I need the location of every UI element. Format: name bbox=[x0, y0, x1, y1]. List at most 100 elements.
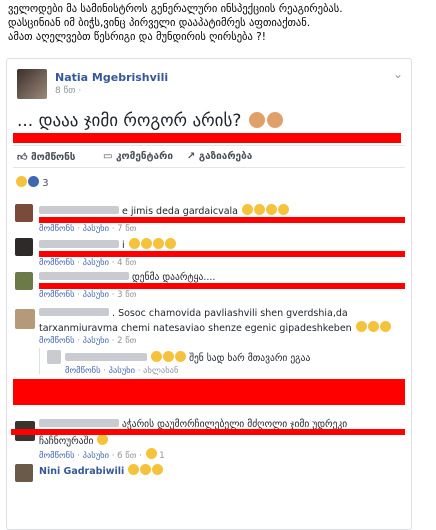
comment-reply-link[interactable]: პასუხი bbox=[83, 290, 109, 300]
reactions-count: 3 bbox=[42, 178, 49, 189]
comment-like-link[interactable]: მომწონს bbox=[39, 224, 75, 234]
haha-emoji-icon bbox=[151, 351, 163, 362]
comment-like-link[interactable]: მომწონს bbox=[39, 258, 75, 268]
comment-time[interactable]: 4 წთ bbox=[117, 258, 136, 268]
haha-emoji-icon bbox=[175, 351, 187, 362]
comment-meta: მომწონს · პასუხი · 4 წთ bbox=[39, 258, 137, 268]
globe-icon: · bbox=[78, 86, 82, 96]
comment-2: i bbox=[39, 238, 176, 251]
comment-4: . Sosoc chamovida pavliashvili shen gver… bbox=[39, 308, 409, 334]
smile-emoji-icon bbox=[97, 434, 109, 445]
post-body: ... დააა ჯიმი როგორ არის? bbox=[17, 111, 283, 131]
comment-like-link[interactable]: მომწონს bbox=[39, 336, 75, 346]
caption-line-3: ამათ აღელვებთ წესრიგი და მუნდირის ღირსებ… bbox=[8, 31, 266, 43]
redaction-block bbox=[13, 379, 405, 405]
post-time-text: 8 წთ bbox=[55, 86, 76, 96]
haha-emoji-icon bbox=[140, 238, 152, 249]
redaction-bar bbox=[39, 217, 405, 223]
redaction-bar bbox=[11, 429, 405, 435]
haha-icon bbox=[16, 176, 27, 187]
divider bbox=[13, 145, 405, 146]
commenter-name[interactable] bbox=[39, 308, 109, 316]
commenter-name[interactable] bbox=[39, 240, 119, 248]
comment-meta: მომწონს · პასუხი · 3 წთ bbox=[39, 290, 137, 300]
caption-line-1: ველოდები მა სამინისტროს გენერალური ინსპე… bbox=[8, 3, 343, 15]
comment-meta: მომწონს · პასუხი · 7 წთ bbox=[39, 224, 137, 234]
comment-text: დენმა დაარტყა.... bbox=[132, 272, 216, 283]
redaction-bar bbox=[13, 133, 401, 143]
commenter-name[interactable] bbox=[39, 419, 119, 427]
comment-meta: მომწონს · პასუხი · 2 წთ bbox=[39, 336, 137, 346]
commenter-name[interactable] bbox=[39, 272, 129, 280]
replier-avatar[interactable] bbox=[47, 350, 61, 364]
comment-button[interactable]: ▭ კომენტარი bbox=[103, 151, 173, 162]
redaction-bar bbox=[39, 283, 405, 289]
comment-reply-link[interactable]: პასუხი bbox=[83, 451, 109, 461]
monkey-emoji-icon bbox=[266, 112, 283, 128]
comment-label: კომენტარი bbox=[115, 151, 173, 162]
haha-emoji-icon bbox=[367, 321, 379, 332]
comment-time[interactable]: 3 წთ bbox=[117, 290, 136, 300]
comment-3: დენმა დაარტყა.... bbox=[39, 272, 215, 283]
comment-6: Nini Gadrabiwili bbox=[39, 464, 164, 477]
like-button[interactable]: 👍︎ მომწონს bbox=[17, 151, 76, 163]
reply-thread-line bbox=[39, 348, 40, 374]
caption-line-2: დასცინიან იმ ბიჭს,ვინც პირველი დააპატიმრ… bbox=[8, 17, 311, 29]
comment-reply-link[interactable]: პასუხი bbox=[83, 336, 109, 346]
divider bbox=[13, 167, 405, 168]
haha-emoji-icon bbox=[278, 204, 290, 215]
commenter-avatar[interactable] bbox=[15, 309, 35, 329]
haha-emoji-icon bbox=[379, 321, 391, 332]
comment-1: e jimis deda gardaicvala bbox=[39, 204, 290, 217]
commenter-avatar[interactable] bbox=[15, 272, 33, 290]
commenter-name[interactable] bbox=[39, 206, 119, 214]
share-button[interactable]: ↗ გაზიარება bbox=[187, 151, 252, 162]
haha-emoji-icon bbox=[140, 464, 152, 475]
thumbs-up-icon: 👍︎ bbox=[17, 152, 28, 163]
commenter-name[interactable]: Nini Gadrabiwili bbox=[39, 466, 124, 477]
comment-text: i bbox=[122, 240, 125, 251]
reply-like-link[interactable]: მომწონს bbox=[65, 366, 101, 376]
monkey-emoji-icon bbox=[248, 112, 265, 128]
share-icon: ↗ bbox=[187, 151, 196, 162]
haha-emoji-icon bbox=[128, 464, 140, 475]
caption: ველოდები მა სამინისტროს გენერალური ინსპე… bbox=[8, 2, 428, 44]
haha-emoji-icon bbox=[128, 238, 140, 249]
haha-emoji-icon bbox=[164, 238, 176, 249]
commenter-avatar[interactable] bbox=[15, 464, 33, 482]
haha-emoji-icon bbox=[254, 204, 266, 215]
comment-icon: ▭ bbox=[103, 151, 113, 162]
author-name[interactable]: Natia Mgebrishvili bbox=[55, 71, 168, 84]
comment-reply-link[interactable]: პასუხი bbox=[83, 224, 109, 234]
comment-text-line-2: ჩაჩნოურაში bbox=[39, 436, 94, 447]
comment-time[interactable]: 2 წთ bbox=[117, 336, 136, 346]
post-time[interactable]: 8 წთ · bbox=[55, 86, 81, 96]
reply-reply-link[interactable]: პასუხი bbox=[109, 366, 135, 376]
comment-like-link[interactable]: მომწონს bbox=[39, 451, 75, 461]
share-label: გაზიარება bbox=[198, 151, 253, 162]
reactions-summary[interactable]: 3 bbox=[15, 176, 49, 189]
post-text: ... დააა ჯიმი როგორ არის? bbox=[17, 111, 242, 131]
commenter-avatar[interactable] bbox=[15, 204, 33, 222]
reply-meta: მომწონს · პასუხი · ახლახან bbox=[65, 366, 179, 376]
author-avatar[interactable] bbox=[17, 69, 47, 99]
comment-time[interactable]: 6 წთ bbox=[117, 451, 136, 461]
replier-name[interactable] bbox=[65, 353, 147, 361]
haha-emoji-icon bbox=[152, 464, 164, 475]
haha-emoji-icon bbox=[163, 351, 175, 362]
comment-text-line-2: tarxanmiuravma chemi natesaviao shenze e… bbox=[39, 323, 352, 334]
post-card: Natia Mgebrishvili 8 წთ · ⌄ ... დააა ჯიმ… bbox=[6, 58, 412, 530]
comment-reply-link[interactable]: პასუხი bbox=[83, 258, 109, 268]
comment-like-link[interactable]: მომწონს bbox=[39, 290, 75, 300]
reaction-count[interactable]: 1 bbox=[159, 451, 164, 461]
comment-meta: მომწონს · პასუხი · 6 წთ · 1 bbox=[39, 448, 165, 461]
like-reaction-icon bbox=[28, 176, 39, 187]
chevron-down-icon[interactable]: ⌄ bbox=[393, 67, 403, 81]
commenter-avatar[interactable] bbox=[15, 238, 33, 256]
reply-text: შენ სად ხარ მთავარი ეგაა bbox=[189, 353, 311, 364]
haha-icon bbox=[145, 448, 157, 459]
comment-text: e jimis deda gardaicvala bbox=[122, 206, 238, 217]
comment-text-line-1: . Sosoc chamovida pavliashvili shen gver… bbox=[112, 308, 348, 319]
reply-time[interactable]: ახლახან bbox=[143, 366, 178, 376]
comment-time[interactable]: 7 წთ bbox=[117, 224, 136, 234]
